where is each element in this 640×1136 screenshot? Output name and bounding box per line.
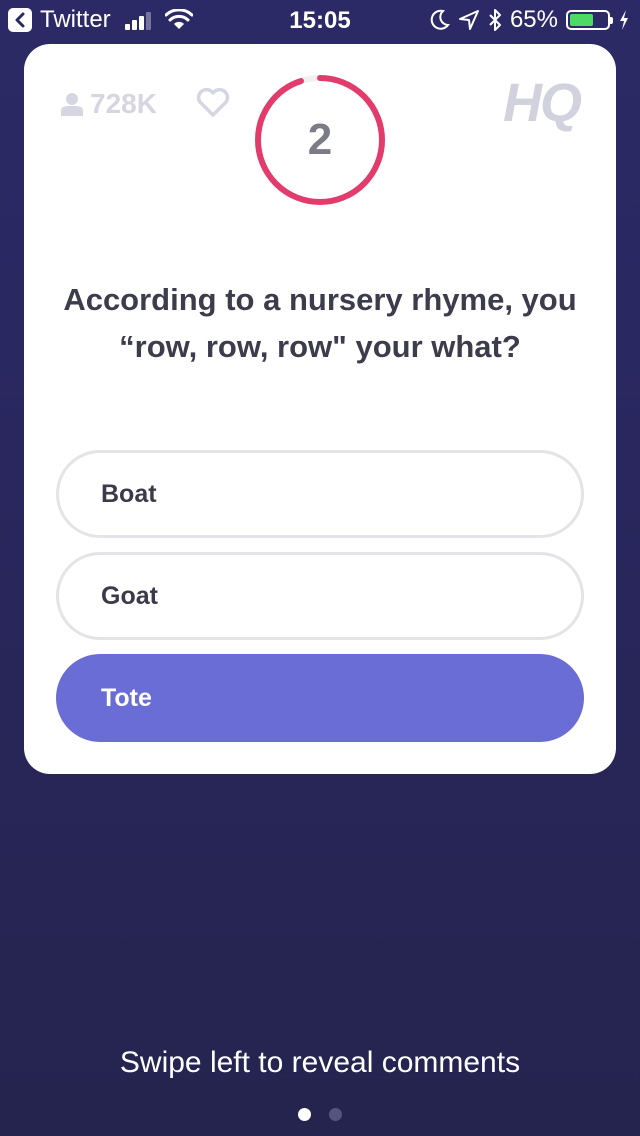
answer-option-tote[interactable]: Tote — [56, 654, 584, 742]
moon-icon — [430, 9, 450, 30]
battery-icon — [566, 10, 613, 30]
swipe-hint: Swipe left to reveal comments — [119, 1046, 521, 1079]
location-arrow-icon — [458, 10, 479, 30]
answer-label: Boat — [101, 479, 157, 508]
charging-bolt-icon — [620, 10, 628, 30]
page-indicator[interactable] — [0, 1108, 640, 1121]
answer-option-goat[interactable]: Goat — [56, 552, 584, 640]
timer-value: 2 — [307, 115, 333, 164]
status-bar: Twitter 15:05 65% — [0, 0, 640, 40]
question-card: 728K 2 HQ According to a nursery rhyme, … — [24, 44, 616, 774]
answer-label: Tote — [101, 683, 152, 712]
battery-nub — [610, 17, 613, 24]
battery-fill — [570, 14, 594, 26]
status-right: 65% — [422, 6, 630, 34]
page-dot-active — [298, 1108, 311, 1121]
heart-icon[interactable] — [196, 88, 230, 118]
question-text: According to a nursery rhyme, you “row, … — [63, 282, 577, 364]
person-icon — [61, 93, 83, 116]
viewer-count: 728K — [60, 88, 157, 120]
countdown-timer: 2 — [252, 72, 388, 208]
bluetooth-icon — [489, 9, 501, 31]
answer-option-boat[interactable]: Boat — [56, 450, 584, 538]
answer-label: Goat — [101, 581, 158, 610]
page-dot — [329, 1108, 342, 1121]
viewer-count-value: 728K — [90, 88, 157, 119]
battery-percent: 65% — [509, 6, 558, 33]
hq-logo: HQ — [503, 73, 582, 133]
